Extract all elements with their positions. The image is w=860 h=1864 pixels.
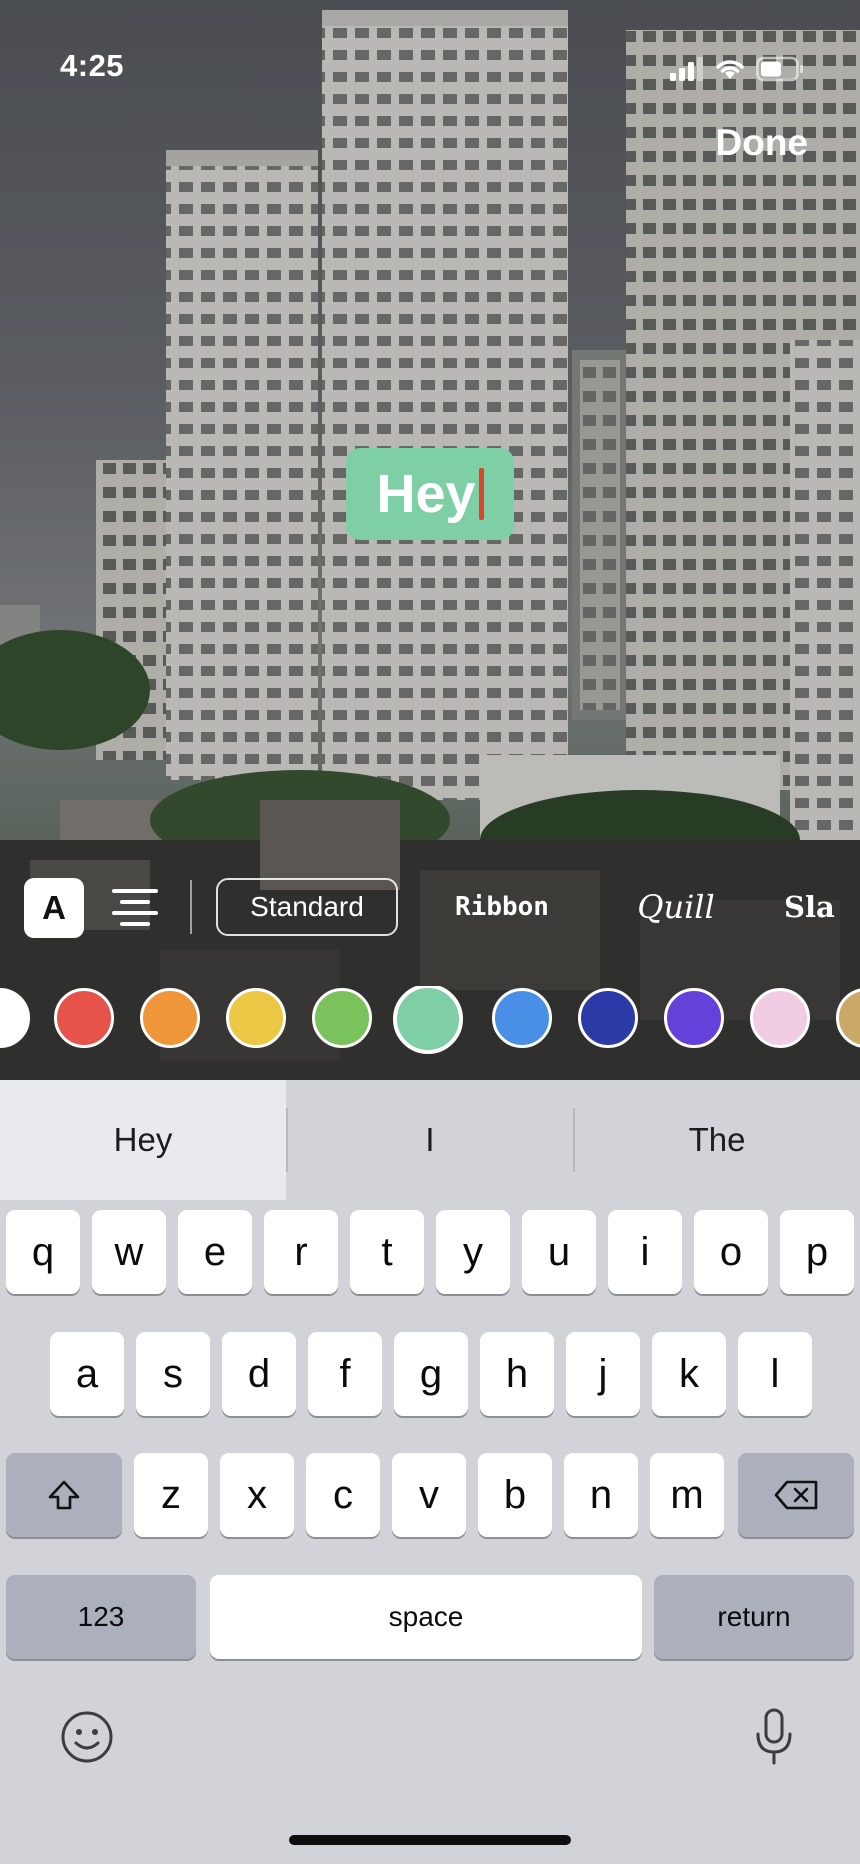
key-l[interactable]: l — [738, 1332, 812, 1416]
prediction-2[interactable]: I — [287, 1080, 573, 1200]
color-swatch[interactable] — [54, 988, 114, 1048]
key-m[interactable]: m — [650, 1453, 724, 1537]
numbers-key[interactable]: 123 — [6, 1575, 196, 1659]
color-swatch[interactable] — [492, 988, 552, 1048]
font-quill[interactable]: Quill — [626, 878, 726, 936]
key-v[interactable]: v — [392, 1453, 466, 1537]
font-standard[interactable]: Standard — [216, 878, 398, 936]
key-z[interactable]: z — [134, 1453, 208, 1537]
font-toolbar: A Standard Ribbon Quill Sla — [0, 876, 860, 938]
color-swatch[interactable] — [578, 988, 638, 1048]
return-key[interactable]: return — [654, 1575, 854, 1659]
battery-icon — [756, 56, 803, 82]
story-text-box[interactable]: Hey — [346, 448, 514, 540]
key-p[interactable]: p — [780, 1210, 854, 1294]
key-u[interactable]: u — [522, 1210, 596, 1294]
key-j[interactable]: j — [566, 1332, 640, 1416]
prediction-1[interactable]: Hey — [0, 1080, 286, 1200]
space-key[interactable]: space — [210, 1575, 642, 1659]
color-swatch[interactable] — [750, 988, 810, 1048]
key-c[interactable]: c — [306, 1453, 380, 1537]
delete-icon — [774, 1480, 818, 1510]
color-swatch[interactable] — [226, 988, 286, 1048]
key-i[interactable]: i — [608, 1210, 682, 1294]
color-swatch[interactable] — [664, 988, 724, 1048]
prediction-bar: Hey I The — [0, 1080, 860, 1200]
key-k[interactable]: k — [652, 1332, 726, 1416]
delete-key[interactable] — [738, 1453, 854, 1537]
color-swatch[interactable] — [0, 988, 30, 1048]
key-h[interactable]: h — [480, 1332, 554, 1416]
microphone-icon[interactable] — [754, 1708, 794, 1766]
color-swatch[interactable] — [393, 986, 463, 1054]
font-slab[interactable]: Sla — [784, 878, 860, 936]
shift-icon — [48, 1480, 80, 1510]
text-caret — [478, 468, 484, 520]
done-button[interactable]: Done — [716, 122, 809, 164]
keyboard: Hey I The qwertyuiop asdfghjkl zxcvbnm 123… — [0, 1080, 860, 1864]
toolbar-divider — [190, 880, 192, 934]
key-s[interactable]: s — [136, 1332, 210, 1416]
prediction-3[interactable]: The — [574, 1080, 860, 1200]
emoji-icon[interactable] — [60, 1710, 114, 1764]
key-q[interactable]: q — [6, 1210, 80, 1294]
align-center-icon[interactable] — [112, 886, 158, 928]
key-y[interactable]: y — [436, 1210, 510, 1294]
key-a[interactable]: a — [50, 1332, 124, 1416]
font-ribbon[interactable]: Ribbon — [446, 878, 558, 936]
key-n[interactable]: n — [564, 1453, 638, 1537]
key-w[interactable]: w — [92, 1210, 166, 1294]
key-e[interactable]: e — [178, 1210, 252, 1294]
key-b[interactable]: b — [478, 1453, 552, 1537]
key-r[interactable]: r — [264, 1210, 338, 1294]
key-o[interactable]: o — [694, 1210, 768, 1294]
color-swatch[interactable] — [140, 988, 200, 1048]
color-swatch[interactable] — [312, 988, 372, 1048]
key-t[interactable]: t — [350, 1210, 424, 1294]
status-icons — [670, 52, 804, 86]
key-d[interactable]: d — [222, 1332, 296, 1416]
key-x[interactable]: x — [220, 1453, 294, 1537]
key-f[interactable]: f — [308, 1332, 382, 1416]
shift-key[interactable] — [6, 1453, 122, 1537]
color-palette — [0, 986, 860, 1054]
cellular-signal-icon — [670, 57, 703, 81]
color-swatch[interactable] — [836, 988, 860, 1048]
text-style-button[interactable]: A — [24, 878, 84, 938]
home-indicator — [289, 1835, 571, 1845]
key-g[interactable]: g — [394, 1332, 468, 1416]
wifi-icon — [716, 60, 744, 79]
status-time: 4:25 — [60, 48, 125, 83]
story-text: Hey — [376, 464, 476, 524]
